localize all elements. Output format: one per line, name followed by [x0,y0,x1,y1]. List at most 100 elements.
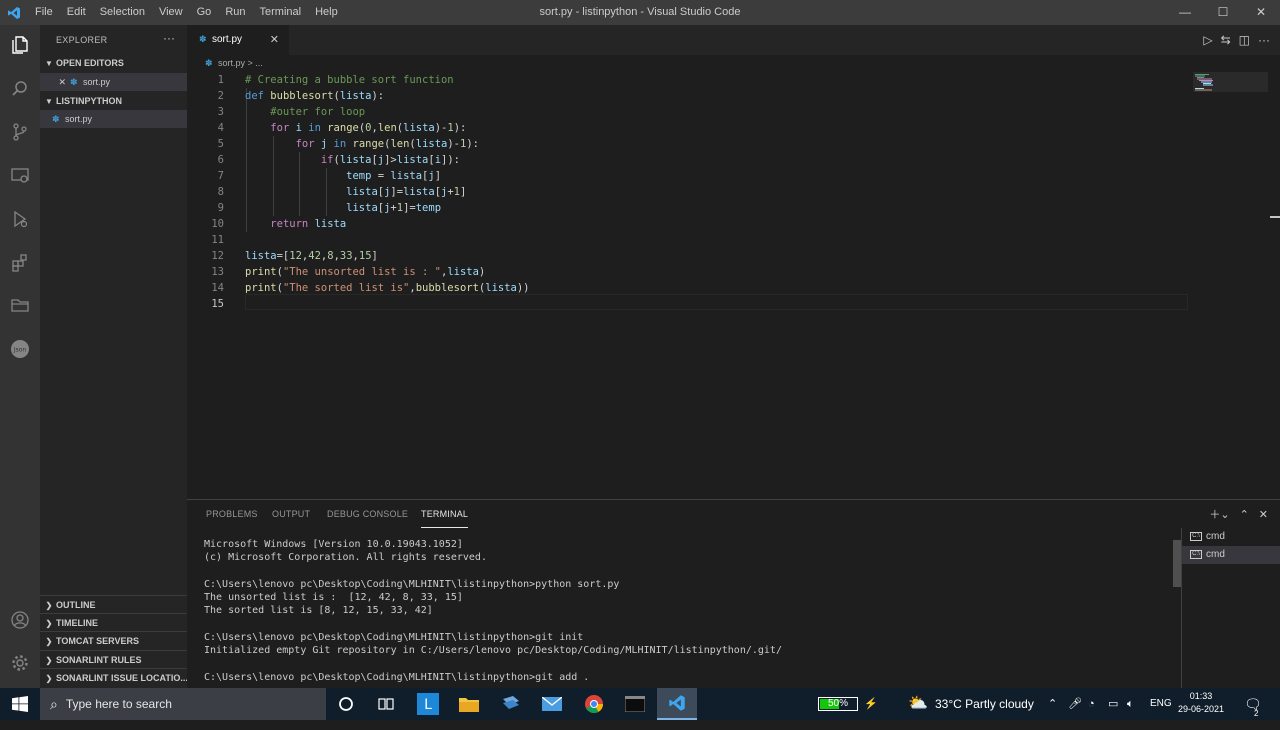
notifications-icon[interactable]: 🗨︎ 2 [1244,688,1262,720]
terminal-item[interactable]: C:\ cmd [1182,546,1280,564]
taskbar-search-box[interactable]: ⌕ Type here to search [40,688,326,720]
minimize-button[interactable]: — [1166,0,1204,25]
file-item-sort-py[interactable]: ✽ sort.py [40,110,187,128]
terminal-item[interactable]: C:\ cmd [1182,528,1280,546]
terminal-line: Initialized empty Git repository in C:/U… [204,645,782,657]
search-icon[interactable] [8,77,32,101]
breadcrumb: ✽ sort.py > ... [187,55,1280,71]
run-debug-icon[interactable] [8,207,32,231]
minimap[interactable] [1193,72,1268,92]
menu-edit[interactable]: Edit [60,0,93,25]
editor-scrollbar-marker [1270,216,1280,218]
line-number: 15 [211,298,224,310]
remote-explorer-icon[interactable] [8,164,32,188]
breadcrumb-path[interactable]: sort.py > ... [218,58,263,68]
maximize-panel-icon[interactable]: ⌃ [1240,508,1249,521]
source-control-icon[interactable] [8,120,32,144]
volume-icon[interactable]: 🔈︎ [1127,688,1134,720]
mail-icon[interactable] [532,688,572,720]
menu-selection[interactable]: Selection [93,0,152,25]
folder-header[interactable]: ▼ LISTINPYTHON [40,92,187,110]
more-actions-icon[interactable]: ··· [1258,33,1270,47]
terminal-output[interactable]: Microsoft Windows [Version 10.0.19043.10… [204,538,782,684]
run-file-icon[interactable]: ▷ [1203,33,1212,47]
title-bar: File Edit Selection View Go Run Terminal… [0,0,1280,25]
close-tab-icon[interactable]: ✕ [270,25,279,55]
code-editor[interactable]: 1 # Creating a bubble sort function 2 def … [187,72,1280,497]
menu-view[interactable]: View [152,0,190,25]
more-actions-icon[interactable]: ··· [163,31,175,45]
terminal-line: C:\Users\lenovo pc\Desktop\Coding\MLHINI… [204,632,584,644]
open-editor-item[interactable]: ✕ ✽ sort.py [40,73,187,91]
extensions-icon[interactable] [8,251,32,275]
notification-count: 2 [1254,709,1259,718]
folder-app-icon[interactable] [491,688,531,720]
section-label: TIMELINE [56,618,98,628]
json-icon[interactable]: Json [8,337,32,361]
chevron-right-icon: ❯ [45,601,53,610]
terminal-list: C:\ cmd C:\ cmd [1181,528,1280,688]
tab-terminal[interactable]: TERMINAL [421,500,469,528]
microphone-icon[interactable]: 🎤︎ [1068,688,1082,720]
outline-section[interactable]: ❯ OUTLINE [40,595,187,613]
battery-tray-icon[interactable]: ▭ [1108,688,1118,720]
terminal-scrollbar[interactable] [1173,540,1181,587]
chevron-right-icon: ❯ [45,656,53,665]
open-changes-icon[interactable]: ⇆ [1221,33,1231,47]
close-icon[interactable]: ✕ [40,73,66,91]
file-explorer-icon[interactable] [449,688,489,720]
tab-problems[interactable]: PROBLEMS [206,500,258,528]
menu-file[interactable]: File [28,0,60,25]
wifi-icon[interactable]: ◔ [1088,688,1095,720]
line-number: 13 [211,266,224,278]
split-editor-icon[interactable]: ◫ [1239,33,1250,47]
code-line: return lista [270,218,347,230]
menu-help[interactable]: Help [308,0,345,25]
system-clock[interactable]: 01:33 29-06-2021 [1176,690,1226,716]
new-terminal-icon[interactable]: ＋⌄ [1209,506,1229,522]
line-number: 11 [211,234,224,246]
maximize-button[interactable]: ☐ [1204,0,1242,25]
sonarlint-rules-section[interactable]: ❯ SONARLINT RULES [40,650,187,668]
tab-output[interactable]: OUTPUT [272,500,310,528]
show-hidden-icons-icon[interactable]: ⌃ [1048,688,1057,720]
folder-label: LISTINPYTHON [56,96,123,106]
windows-start-icon[interactable] [0,688,40,720]
line-number: 7 [217,170,224,182]
sonarlint-issue-locations-section[interactable]: ❯ SONARLINT ISSUE LOCATIO... [40,668,187,686]
menu-bar: File Edit Selection View Go Run Terminal… [28,0,345,25]
settings-gear-icon[interactable] [8,651,32,675]
line-number: 1 [217,74,224,86]
command-prompt-icon[interactable] [615,688,655,720]
menu-run[interactable]: Run [218,0,252,25]
chrome-icon[interactable] [574,688,614,720]
close-window-button[interactable]: ✕ [1242,0,1280,25]
tomcat-servers-section[interactable]: ❯ TOMCAT SERVERS [40,631,187,649]
terminal-line: The sorted list is [8, 12, 15, 33, 42] [204,605,433,617]
accounts-icon[interactable] [8,608,32,632]
terminal-line: The unsorted list is : [12, 42, 8, 33, 1… [204,592,463,604]
explorer-icon[interactable] [8,33,32,57]
menu-go[interactable]: Go [190,0,219,25]
cortana-icon[interactable] [326,688,366,720]
lounge-app-icon[interactable]: L [408,688,448,720]
code-line: if(lista[j]>lista[i]): [320,154,460,166]
task-view-icon[interactable] [366,688,406,720]
close-panel-icon[interactable]: ✕ [1259,508,1268,521]
menu-terminal[interactable]: Terminal [253,0,309,25]
vscode-taskbar-icon[interactable] [657,688,697,720]
tab-debug-console[interactable]: DEBUG CONSOLE [327,500,408,528]
battery-indicator[interactable]: 50% [818,688,858,720]
weather-cloud-sun-icon[interactable]: ⛅ [908,688,928,720]
timeline-section[interactable]: ❯ TIMELINE [40,613,187,631]
language-indicator[interactable]: ENG [1150,688,1172,720]
terminal-line: C:\Users\lenovo pc\Desktop\Coding\MLHINI… [204,578,620,590]
open-editors-header[interactable]: ▼ OPEN EDITORS [40,54,187,72]
tab-sort-py[interactable]: ✽ sort.py ✕ [187,25,289,55]
code-line: temp = lista[j] [346,170,442,182]
section-label: TOMCAT SERVERS [56,636,140,646]
folder-icon[interactable] [8,293,32,317]
weather-text[interactable]: 33°C Partly cloudy [935,688,1034,720]
code-line: print("The sorted list is",bubblesort(li… [245,282,530,294]
